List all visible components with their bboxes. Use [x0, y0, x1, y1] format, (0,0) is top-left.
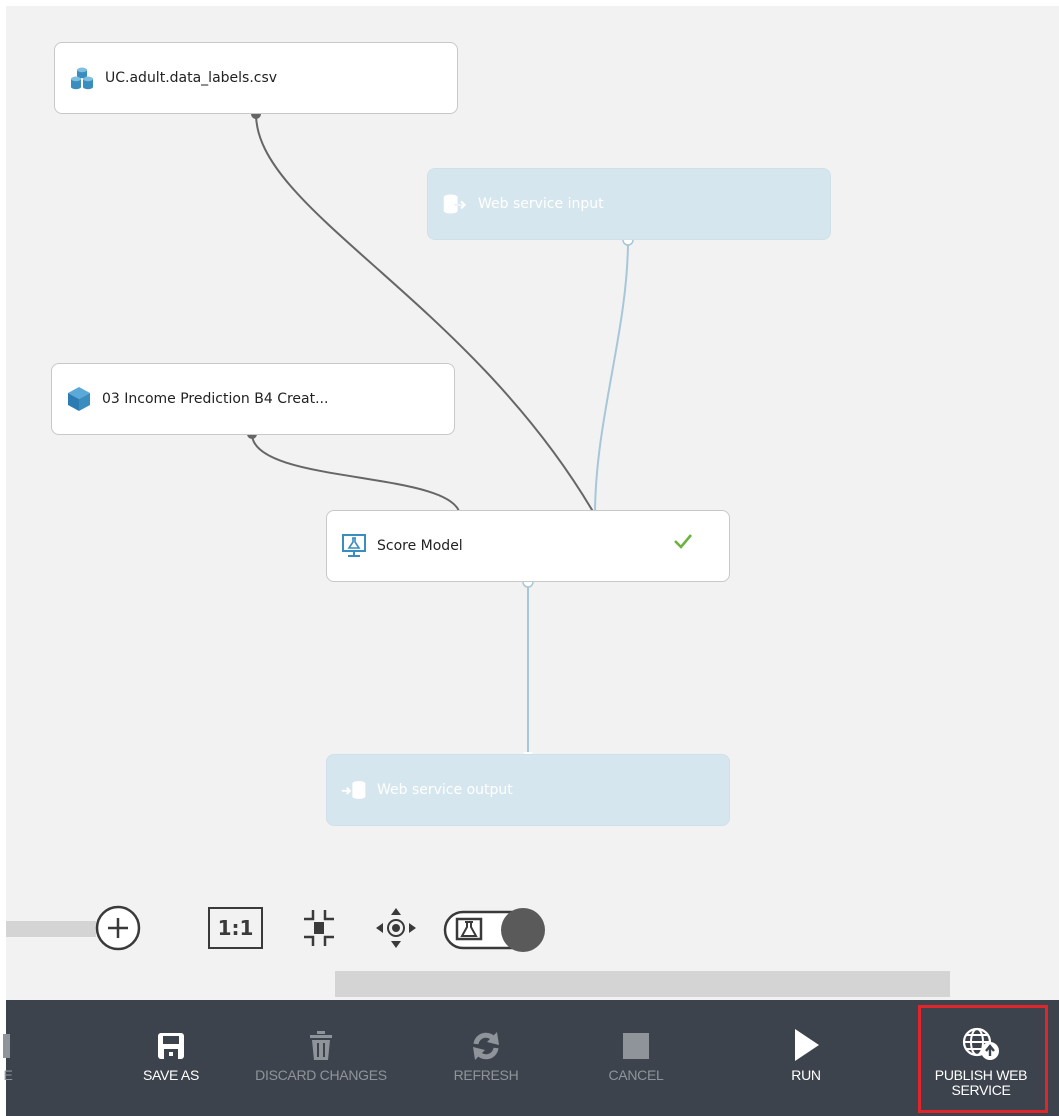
- refresh-label: REFRESH: [453, 1067, 519, 1083]
- cancel-button[interactable]: CANCEL: [576, 1000, 696, 1116]
- node-web-service-input-label: Web service input: [478, 196, 604, 212]
- actual-size-button[interactable]: 1:1: [208, 907, 263, 949]
- score-model-icon: [341, 533, 367, 559]
- node-trained-model-label: 03 Income Prediction B4 Creat...: [102, 391, 329, 407]
- check-icon: [673, 533, 693, 553]
- trash-icon: [308, 1026, 334, 1062]
- save-as-label: SAVE AS: [142, 1067, 199, 1083]
- partial-command-icon: [3, 1026, 13, 1062]
- node-dataset[interactable]: UC.adult.data_labels.csv: [54, 42, 458, 114]
- experiment-canvas[interactable]: [6, 6, 1059, 1000]
- run-label: RUN: [791, 1067, 821, 1083]
- pan-icon[interactable]: [374, 906, 418, 950]
- web-service-output-icon: [341, 777, 367, 803]
- experiment-view-toggle[interactable]: [443, 906, 547, 954]
- zoom-in-icon[interactable]: [94, 904, 142, 952]
- node-score-model[interactable]: Score Model: [326, 510, 730, 582]
- zoom-slider-track[interactable]: [6, 921, 96, 937]
- stop-icon: [620, 1026, 652, 1062]
- refresh-icon: [470, 1026, 502, 1062]
- discard-changes-button[interactable]: DISCARD CHANGES: [236, 1000, 406, 1116]
- play-icon: [792, 1026, 820, 1062]
- publish-highlight-box: [918, 1005, 1048, 1113]
- partial-command-label: E: [3, 1067, 13, 1083]
- node-web-service-output-label: Web service output: [377, 782, 513, 798]
- trained-model-icon: [66, 386, 92, 412]
- dataset-icon: [69, 65, 95, 91]
- node-score-model-label: Score Model: [377, 538, 463, 554]
- node-trained-model[interactable]: 03 Income Prediction B4 Creat...: [51, 363, 455, 435]
- refresh-button[interactable]: REFRESH: [426, 1000, 546, 1116]
- run-button[interactable]: RUN: [756, 1000, 856, 1116]
- cancel-label: CANCEL: [608, 1067, 664, 1083]
- fit-to-screen-icon[interactable]: [297, 906, 341, 950]
- horizontal-scrollbar[interactable]: [335, 971, 950, 997]
- partial-command-button[interactable]: E: [0, 1000, 20, 1116]
- discard-changes-label: DISCARD CHANGES: [255, 1067, 387, 1083]
- save-as-button[interactable]: SAVE AS: [106, 1000, 236, 1116]
- node-web-service-input[interactable]: Web service input: [427, 168, 831, 240]
- save-icon: [155, 1026, 187, 1062]
- node-dataset-label: UC.adult.data_labels.csv: [105, 70, 278, 86]
- web-service-input-icon: [442, 191, 468, 217]
- command-bar: E SAVE AS DISCARD CHANGES REFRESH CANCEL…: [3, 1000, 1059, 1116]
- actual-size-label: 1:1: [217, 916, 254, 940]
- node-web-service-output[interactable]: Web service output: [326, 754, 730, 826]
